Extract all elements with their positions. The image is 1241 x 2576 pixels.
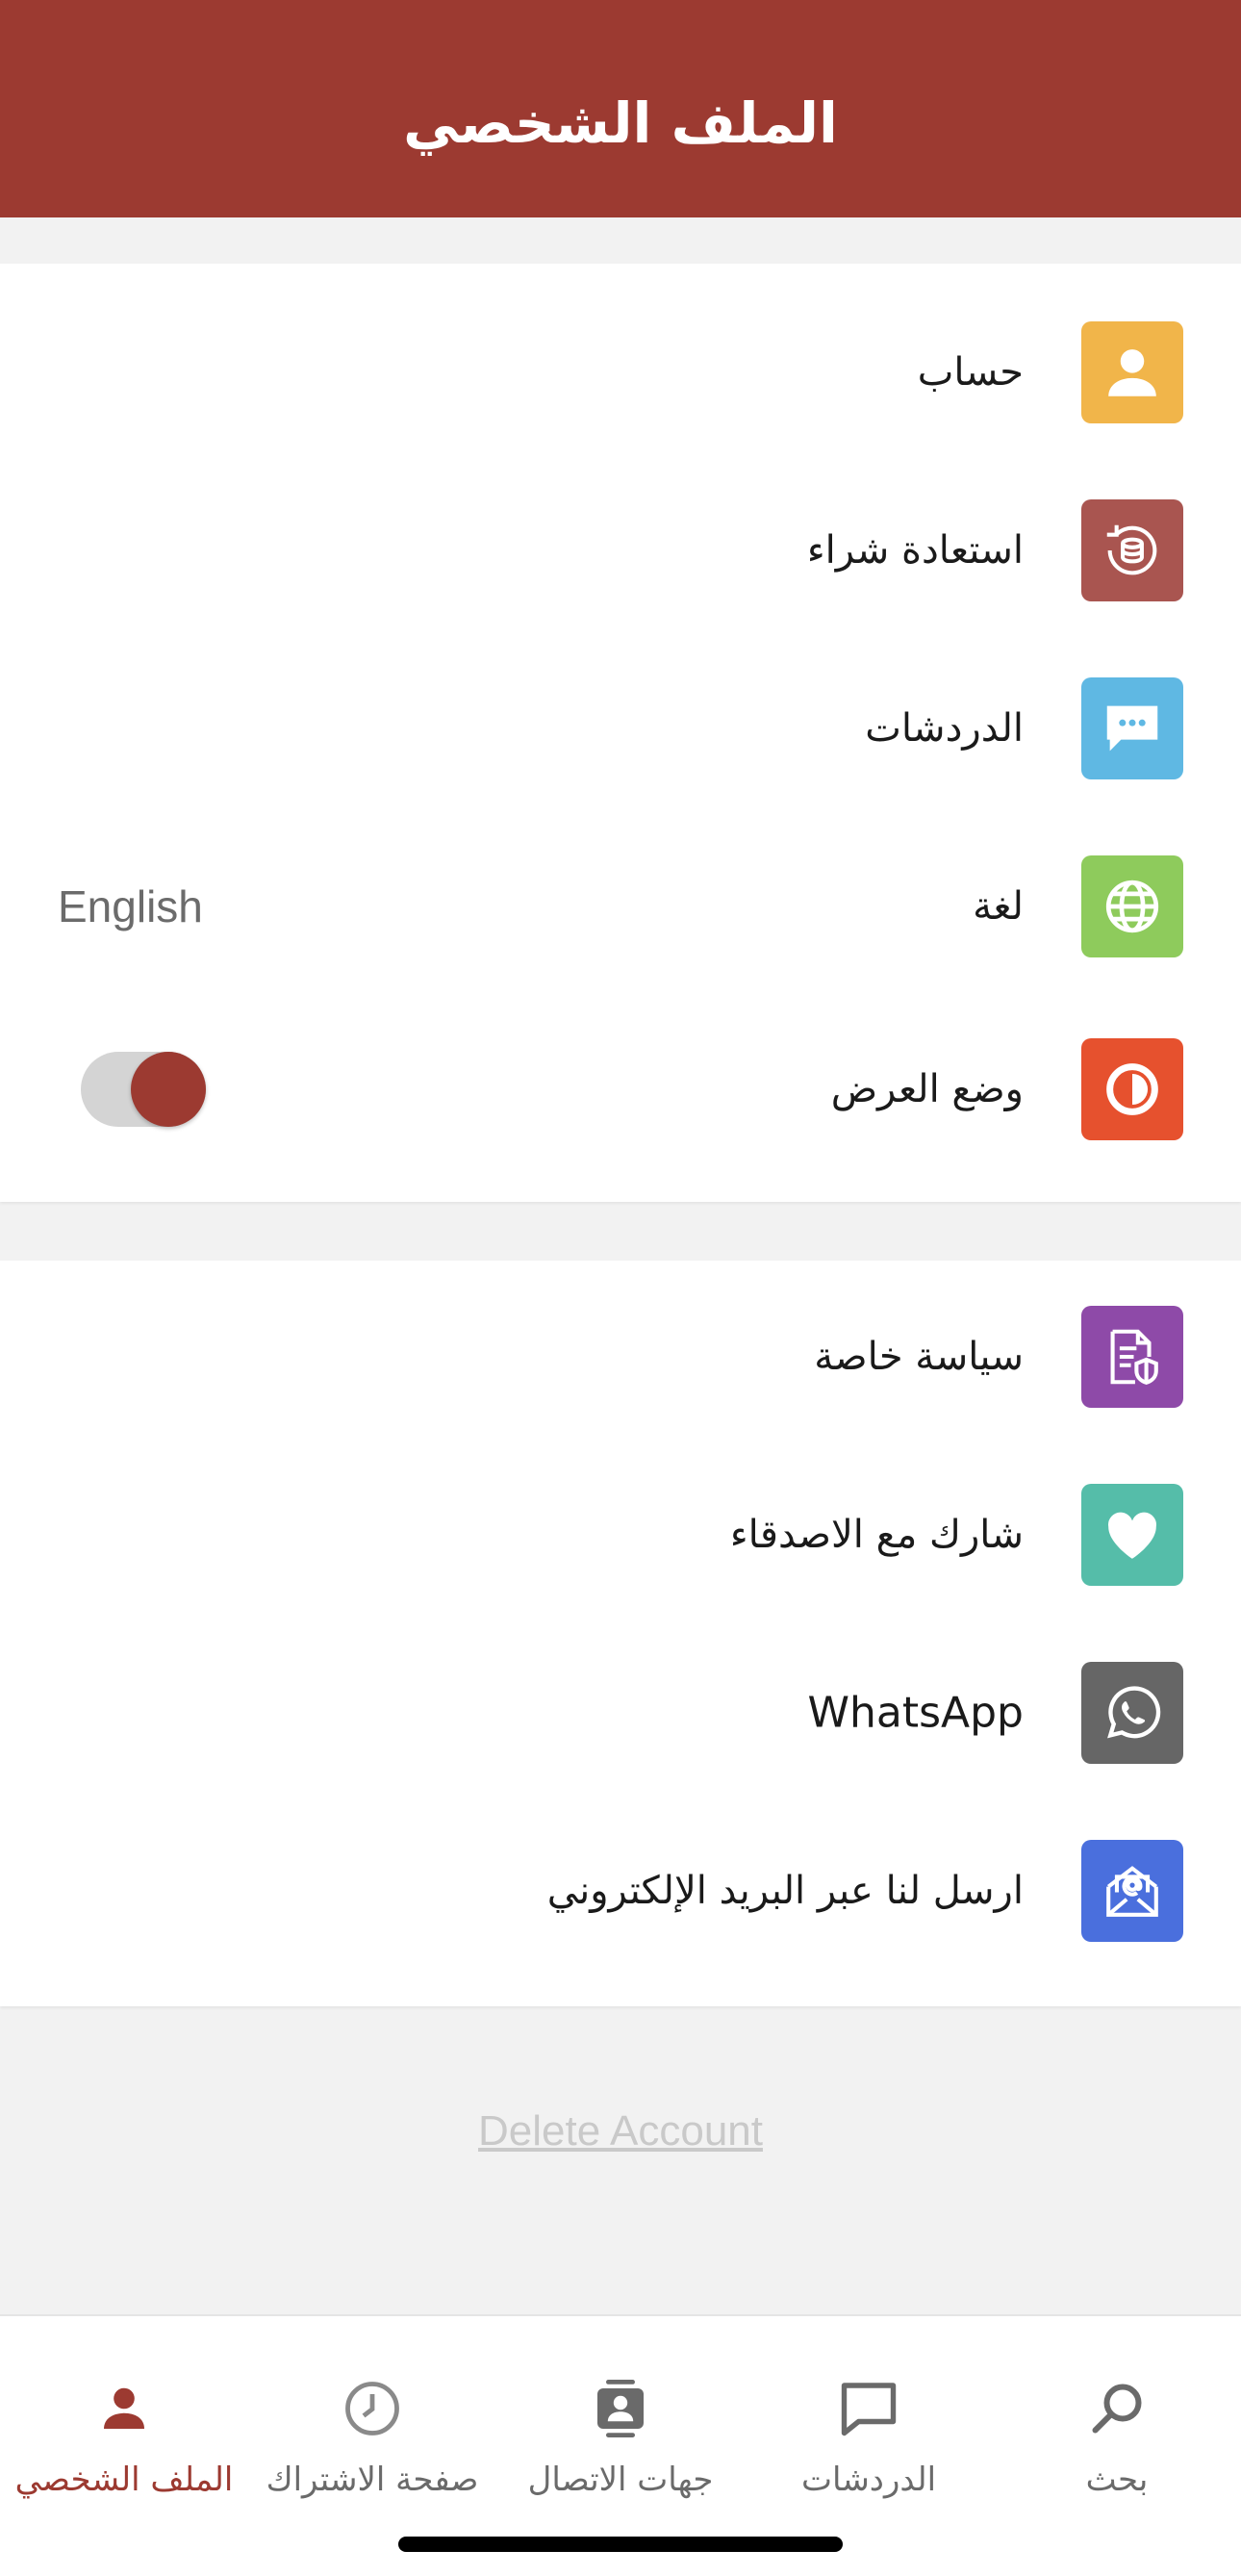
toggle-knob (131, 1051, 206, 1127)
document-shield-icon (1081, 1305, 1183, 1408)
contacts-icon (597, 2380, 644, 2437)
person-icon (1081, 320, 1183, 423)
chats-row[interactable]: الدردشات (0, 639, 1241, 817)
tab-profile-label: الملف الشخصي (14, 2461, 234, 2499)
tab-profile[interactable]: الملف الشخصي (0, 2374, 248, 2518)
email-row[interactable]: ارسل لنا عبر البريد الإلكتروني (0, 1801, 1241, 1979)
display-mode-label: وضع العرض (830, 1066, 1024, 1111)
person-icon (104, 2387, 144, 2429)
app-header: الملف الشخصي (0, 0, 1241, 217)
language-row[interactable]: لغة English (0, 817, 1241, 995)
tab-subscription[interactable]: صفحة الاشتراك (248, 2374, 496, 2518)
chat-icon (841, 2383, 897, 2436)
tab-search[interactable]: بحث (993, 2374, 1241, 2518)
share-row[interactable]: شارك مع الاصدقاء (0, 1445, 1241, 1623)
chat-bubble-icon (1081, 676, 1183, 779)
restore-purchase-row[interactable]: استعادة شراء (0, 461, 1241, 639)
language-label: لغة (973, 883, 1024, 929)
tab-chats-label: الدردشات (800, 2461, 937, 2499)
page-title: الملف الشخصي (403, 90, 838, 156)
whatsapp-row[interactable]: WhatsApp (0, 1623, 1241, 1801)
language-value: English (58, 880, 203, 931)
email-label: ارسل لنا عبر البريد الإلكتروني (546, 1868, 1024, 1913)
more-card: سياسة خاصة شارك مع الاصدقاء WhatsApp ارس… (0, 1261, 1241, 2006)
search-icon (1092, 2384, 1142, 2434)
display-mode-row: وضع العرض (0, 1000, 1241, 1178)
tab-chats[interactable]: الدردشات (745, 2374, 993, 2518)
restore-database-icon (1081, 498, 1183, 601)
chats-label: الدردشات (865, 705, 1024, 751)
restore-purchase-label: استعادة شراء (806, 527, 1024, 573)
home-indicator (398, 2537, 843, 2552)
delete-account-link[interactable]: Delete Account (0, 2107, 1241, 2155)
share-label: شارك مع الاصدقاء (729, 1512, 1024, 1557)
account-row[interactable]: حساب (0, 283, 1241, 461)
privacy-policy-label: سياسة خاصة (814, 1334, 1024, 1379)
whatsapp-icon (1081, 1661, 1183, 1764)
tab-search-label: بحث (1085, 2461, 1149, 2499)
clock-icon (345, 2382, 399, 2436)
tab-subscription-label: صفحة الاشتراك (266, 2461, 479, 2499)
globe-icon (1081, 854, 1183, 957)
settings-card: حساب استعادة شراء الدردشات لغة English و… (0, 264, 1241, 1202)
whatsapp-label: WhatsApp (807, 1688, 1025, 1737)
contrast-icon (1081, 1037, 1183, 1140)
tab-contacts-label: جهات الاتصال (527, 2461, 714, 2499)
privacy-policy-row[interactable]: سياسة خاصة (0, 1267, 1241, 1445)
email-icon (1081, 1839, 1183, 1942)
tab-contacts[interactable]: جهات الاتصال (496, 2374, 745, 2518)
heart-icon (1081, 1483, 1183, 1586)
display-mode-toggle[interactable] (81, 1051, 206, 1127)
account-label: حساب (917, 349, 1024, 395)
